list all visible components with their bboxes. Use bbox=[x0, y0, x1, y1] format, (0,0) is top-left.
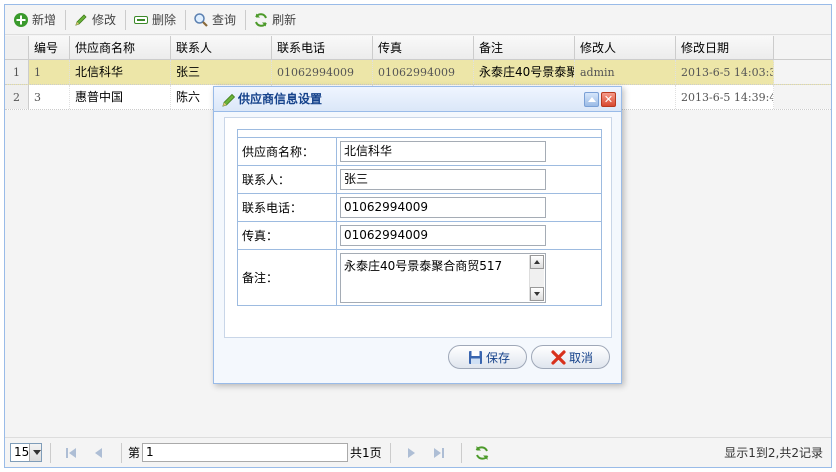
pencil-icon bbox=[221, 92, 237, 108]
cell-name: 惠普中国 bbox=[70, 85, 171, 109]
column-header-contact[interactable]: 联系人 bbox=[171, 36, 272, 59]
edit-icon bbox=[73, 12, 89, 28]
page-number-input[interactable]: 1 bbox=[142, 443, 349, 462]
pager-separator bbox=[121, 442, 122, 463]
save-icon bbox=[468, 350, 483, 365]
page-total: 共1页 bbox=[350, 446, 382, 460]
query-label: 查询 bbox=[212, 13, 237, 27]
dialog-header[interactable]: 供应商信息设置 ✕ bbox=[214, 87, 621, 112]
page-prefix: 第 bbox=[128, 446, 141, 460]
row-number: 2 bbox=[5, 85, 29, 109]
column-header-date[interactable]: 修改日期 bbox=[676, 36, 774, 59]
delete-label: 删除 bbox=[152, 13, 177, 27]
cancel-label: 取消 bbox=[569, 350, 594, 365]
delete-button[interactable]: 删除 bbox=[129, 8, 180, 32]
supplier-dialog: 供应商信息设置 ✕ 供应商名称： 北信科华 联系人： 张三 联系电话： 0106… bbox=[213, 86, 622, 384]
column-header-id[interactable]: 编号 bbox=[29, 36, 70, 59]
add-label: 新增 bbox=[32, 13, 57, 27]
page-size-select[interactable]: 15 bbox=[10, 443, 42, 462]
query-button[interactable]: 查询 bbox=[189, 8, 240, 32]
edit-label: 修改 bbox=[92, 13, 117, 27]
form-top-spacer bbox=[237, 129, 602, 138]
add-icon bbox=[13, 12, 29, 28]
scroll-up-icon[interactable] bbox=[530, 254, 544, 269]
cell-modifier: admin bbox=[575, 60, 676, 84]
first-page-icon[interactable] bbox=[62, 444, 80, 462]
cell-name: 北信科华 bbox=[70, 60, 171, 84]
memo-text: 永泰庄40号景泰聚合商贸517 bbox=[344, 258, 503, 273]
fax-field[interactable]: 01062994009 bbox=[340, 225, 546, 246]
chevron-down-icon[interactable] bbox=[29, 444, 41, 461]
refresh-label: 刷新 bbox=[272, 13, 297, 27]
refresh-button[interactable]: 刷新 bbox=[249, 8, 300, 32]
table-row[interactable]: 1 1 北信科华 张三 01062994009 01062994009 永泰庄4… bbox=[5, 60, 831, 85]
column-header-modifier[interactable]: 修改人 bbox=[575, 36, 676, 59]
save-label: 保存 bbox=[486, 350, 511, 365]
memo-scrollbar[interactable] bbox=[529, 254, 544, 301]
phone-field[interactable]: 01062994009 bbox=[340, 197, 546, 218]
cell-fax: 01062994009 bbox=[373, 60, 474, 84]
fax-label: 传真： bbox=[237, 221, 337, 250]
toolbar-separator bbox=[245, 9, 247, 30]
collapse-icon[interactable] bbox=[584, 92, 599, 107]
column-header-phone[interactable]: 联系电话 bbox=[272, 36, 373, 59]
supplier-name-field[interactable]: 北信科华 bbox=[340, 141, 546, 162]
cell-phone: 01062994009 bbox=[272, 60, 373, 84]
cancel-icon bbox=[551, 350, 566, 365]
cell-filler bbox=[774, 85, 831, 109]
cell-date: 2013-6-5 14:39:45 bbox=[676, 85, 774, 109]
toolbar: 新增 修改 删除 查询 刷新 bbox=[5, 5, 831, 35]
pager-separator bbox=[460, 442, 462, 463]
toolbar-separator bbox=[125, 9, 127, 30]
close-icon[interactable]: ✕ bbox=[601, 92, 616, 107]
column-header-filler bbox=[774, 36, 831, 59]
name-label: 供应商名称： bbox=[237, 137, 337, 166]
contact-field[interactable]: 张三 bbox=[340, 169, 546, 190]
refresh-icon bbox=[253, 12, 269, 28]
page-size-value: 15 bbox=[14, 445, 30, 459]
delete-icon bbox=[133, 12, 149, 28]
row-number-header bbox=[5, 36, 29, 59]
memo-label: 备注： bbox=[237, 249, 337, 306]
cell-filler bbox=[774, 60, 831, 84]
cell-id: 3 bbox=[29, 85, 70, 109]
cell-id: 1 bbox=[29, 60, 70, 84]
cell-contact: 张三 bbox=[171, 60, 272, 84]
pagination-info: 显示1到2,共2记录 bbox=[724, 446, 823, 460]
dialog-body: 供应商名称： 北信科华 联系人： 张三 联系电话： 01062994009 传真… bbox=[224, 117, 612, 338]
cancel-button[interactable]: 取消 bbox=[531, 345, 610, 369]
save-button[interactable]: 保存 bbox=[448, 345, 527, 369]
refresh-icon[interactable] bbox=[473, 444, 491, 462]
contact-label: 联系人： bbox=[237, 165, 337, 194]
scroll-down-icon[interactable] bbox=[530, 286, 544, 301]
phone-label: 联系电话： bbox=[237, 193, 337, 222]
next-page-icon[interactable] bbox=[402, 444, 420, 462]
column-header-memo[interactable]: 备注 bbox=[474, 36, 575, 59]
search-icon bbox=[193, 12, 209, 28]
edit-button[interactable]: 修改 bbox=[69, 8, 120, 32]
memo-textarea[interactable]: 永泰庄40号景泰聚合商贸517 bbox=[340, 252, 546, 303]
prev-page-icon[interactable] bbox=[90, 444, 108, 462]
column-header-name[interactable]: 供应商名称 bbox=[70, 36, 171, 59]
pager-separator bbox=[389, 442, 391, 463]
last-page-icon[interactable] bbox=[430, 444, 448, 462]
toolbar-separator bbox=[185, 9, 187, 30]
toolbar-separator bbox=[65, 9, 67, 30]
grid-header: 编号 供应商名称 联系人 联系电话 传真 备注 修改人 修改日期 bbox=[5, 36, 831, 60]
supplier-form: 供应商名称： 北信科华 联系人： 张三 联系电话： 01062994009 传真… bbox=[237, 129, 602, 306]
add-button[interactable]: 新增 bbox=[9, 8, 60, 32]
pager-separator bbox=[50, 442, 51, 463]
dialog-title: 供应商信息设置 bbox=[238, 92, 323, 106]
cell-date: 2013-6-5 14:03:35 bbox=[676, 60, 774, 84]
column-header-fax[interactable]: 传真 bbox=[373, 36, 474, 59]
cell-memo: 永泰庄40号景泰聚 bbox=[474, 60, 575, 84]
pagination-bar: 15 第 1 共1页 显示1到2,共2记录 bbox=[5, 437, 831, 467]
row-number: 1 bbox=[5, 60, 29, 84]
